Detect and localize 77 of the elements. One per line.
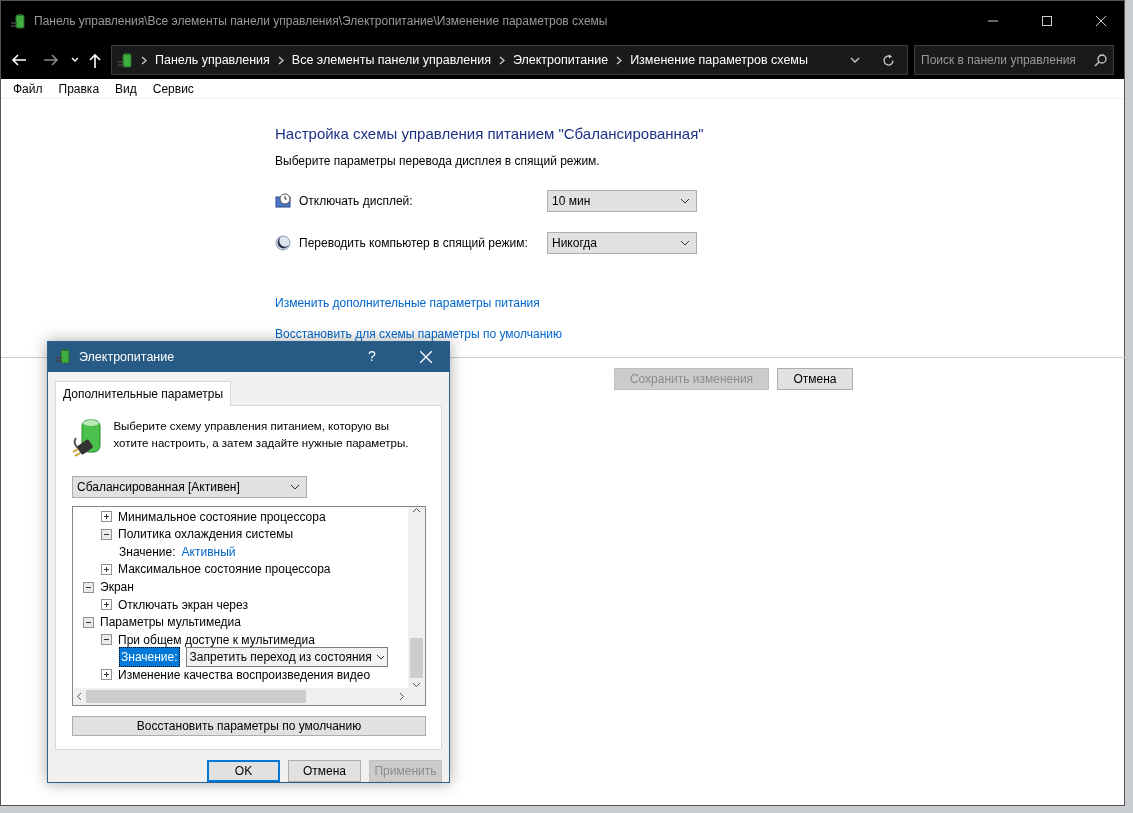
instruction-text: Выберите параметры перевода дисплея в спящий режим. bbox=[275, 152, 601, 170]
value-dropdown[interactable]: Запретить переход из состояния bbox=[185, 647, 388, 668]
menu-item[interactable]: Вид bbox=[115, 79, 137, 98]
dialog-title: Электропитание bbox=[79, 348, 175, 366]
scroll-up-icon[interactable] bbox=[412, 506, 421, 513]
cancel-button[interactable]: Отмена bbox=[288, 760, 361, 782]
forward-arrow-icon[interactable] bbox=[43, 53, 59, 67]
maximize-icon bbox=[1042, 16, 1052, 26]
scroll-thumb[interactable] bbox=[410, 637, 423, 678]
battery-plug-icon bbox=[11, 14, 26, 30]
tree-item[interactable]: При общем доступе к мультимедиа bbox=[118, 630, 315, 649]
chevron-right-icon bbox=[616, 55, 623, 65]
collapse-icon[interactable] bbox=[83, 616, 94, 628]
tree-item[interactable]: Отключать экран через bbox=[118, 595, 248, 614]
close-icon bbox=[1096, 16, 1106, 26]
restore-defaults-button[interactable]: Восстановить параметры по умолчанию bbox=[72, 715, 426, 736]
scroll-down-icon[interactable] bbox=[412, 681, 421, 688]
value-text: Активный bbox=[181, 543, 236, 561]
collapse-icon[interactable] bbox=[101, 528, 112, 540]
chevron-right-icon bbox=[498, 55, 505, 65]
scheme-dropdown[interactable]: Сбалансированная [Активен] bbox=[72, 475, 307, 498]
window-title: Панель управления\Все элементы панели управления\Электропитание\Изменение параметров схемы bbox=[34, 13, 608, 30]
close-icon bbox=[420, 350, 432, 363]
setting-label: Переводить компьютер в спящий режим: bbox=[299, 234, 528, 252]
collapse-icon[interactable] bbox=[101, 634, 112, 646]
battery-plug-icon bbox=[56, 349, 71, 365]
tree-item[interactable]: Минимальное состояние процессора bbox=[118, 507, 326, 526]
search-field[interactable]: Поиск в панели управления bbox=[914, 45, 1114, 75]
expand-icon[interactable] bbox=[101, 511, 112, 523]
help-button[interactable]: ? bbox=[349, 346, 395, 368]
menu-item[interactable]: Файл bbox=[13, 79, 43, 98]
collapse-icon[interactable] bbox=[83, 581, 94, 593]
breadcrumb[interactable]: Электропитание bbox=[512, 50, 609, 70]
breadcrumb[interactable]: Все элементы панели управления bbox=[291, 50, 491, 70]
vertical-scrollbar[interactable] bbox=[408, 506, 425, 688]
up-arrow-icon[interactable] bbox=[89, 52, 101, 68]
page-heading: Настройка схемы управления питанием "Сбалансированная" bbox=[275, 124, 705, 144]
address-bar[interactable]: Панель управления Все элементы панели управления Электропитание Изменение параметров схемы bbox=[111, 45, 908, 75]
chevron-right-icon bbox=[141, 55, 147, 65]
link[interactable]: Изменить дополнительные параметры питания bbox=[275, 293, 540, 312]
link[interactable]: Восстановить для схемы параметры по умолчанию bbox=[275, 324, 562, 343]
expand-icon[interactable] bbox=[101, 599, 112, 611]
chevron-down-icon bbox=[290, 483, 300, 490]
tab[interactable]: Дополнительные параметры bbox=[55, 380, 232, 406]
instruction-text: Выберите схему управления питанием, которую вы хотите настроить, а затем задайте нужные параметры. bbox=[113, 418, 410, 452]
setting-label: Отключать дисплей: bbox=[299, 192, 413, 210]
chevron-down-icon bbox=[375, 654, 384, 661]
moon-icon bbox=[275, 234, 291, 251]
chevron-down-icon bbox=[680, 239, 690, 246]
expand-icon[interactable] bbox=[101, 669, 112, 681]
dropdown[interactable]: Никогда bbox=[547, 231, 697, 254]
menu-item[interactable]: Сервис bbox=[152, 79, 194, 98]
menu-item[interactable]: Правка bbox=[58, 79, 100, 98]
scroll-left-icon[interactable] bbox=[76, 691, 82, 701]
tree-item[interactable]: Максимальное состояние процессора bbox=[118, 560, 331, 579]
breadcrumb[interactable]: Панель управления bbox=[155, 50, 270, 70]
chevron-down-icon[interactable] bbox=[850, 56, 860, 64]
monitor-clock-icon bbox=[275, 192, 291, 209]
battery-plug-icon bbox=[118, 52, 133, 68]
tree-item[interactable]: Экран bbox=[100, 578, 134, 596]
tree-item[interactable]: Изменение качества воспроизведения видео bbox=[118, 665, 371, 684]
refresh-icon[interactable] bbox=[882, 53, 895, 67]
cancel-button[interactable]: Отмена bbox=[777, 367, 853, 390]
tree-item[interactable]: Политика охлаждения системы bbox=[118, 525, 294, 544]
scroll-right-icon[interactable] bbox=[399, 691, 405, 701]
value-label: Значение: bbox=[119, 647, 180, 668]
tree-item[interactable]: Параметры мультимедиа bbox=[100, 613, 241, 632]
chevron-down-icon bbox=[680, 197, 690, 204]
breadcrumb[interactable]: Изменение параметров схемы bbox=[630, 50, 808, 70]
scroll-thumb[interactable] bbox=[86, 689, 306, 703]
back-arrow-icon[interactable] bbox=[11, 53, 27, 67]
ok-button[interactable]: OK bbox=[207, 760, 280, 782]
dropdown[interactable]: 10 мин bbox=[547, 189, 697, 212]
search-icon bbox=[1094, 53, 1107, 67]
value-label: Значение: bbox=[119, 543, 176, 561]
expand-icon[interactable] bbox=[101, 563, 112, 575]
chevron-right-icon bbox=[277, 55, 284, 65]
